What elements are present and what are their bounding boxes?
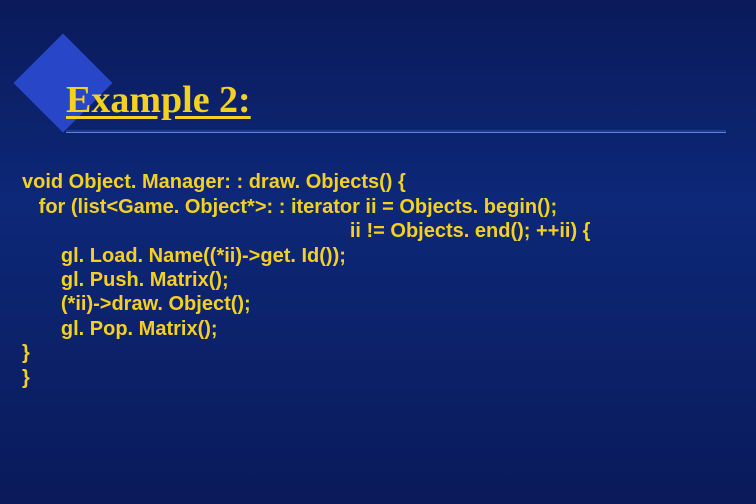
code-line: gl. Load. Name((*ii)->get. Id()); [22, 245, 346, 267]
code-line: ii != Objects. end(); ++ii) { [22, 220, 590, 242]
slide-title: Example 2: [66, 78, 251, 122]
title-area: Example 2: [66, 78, 726, 133]
code-line: for (list<Game. Object*>: : iterator ii … [22, 196, 557, 218]
code-line: (*ii)->draw. Object(); [22, 293, 251, 315]
code-line: gl. Push. Matrix(); [22, 269, 229, 291]
code-block: void Object. Manager: : draw. Objects() … [22, 146, 734, 390]
title-rule [66, 130, 726, 133]
code-line: gl. Pop. Matrix(); [22, 318, 218, 340]
code-line: void Object. Manager: : draw. Objects() … [22, 171, 406, 193]
code-line: } [22, 367, 30, 389]
code-line: } [22, 342, 30, 364]
